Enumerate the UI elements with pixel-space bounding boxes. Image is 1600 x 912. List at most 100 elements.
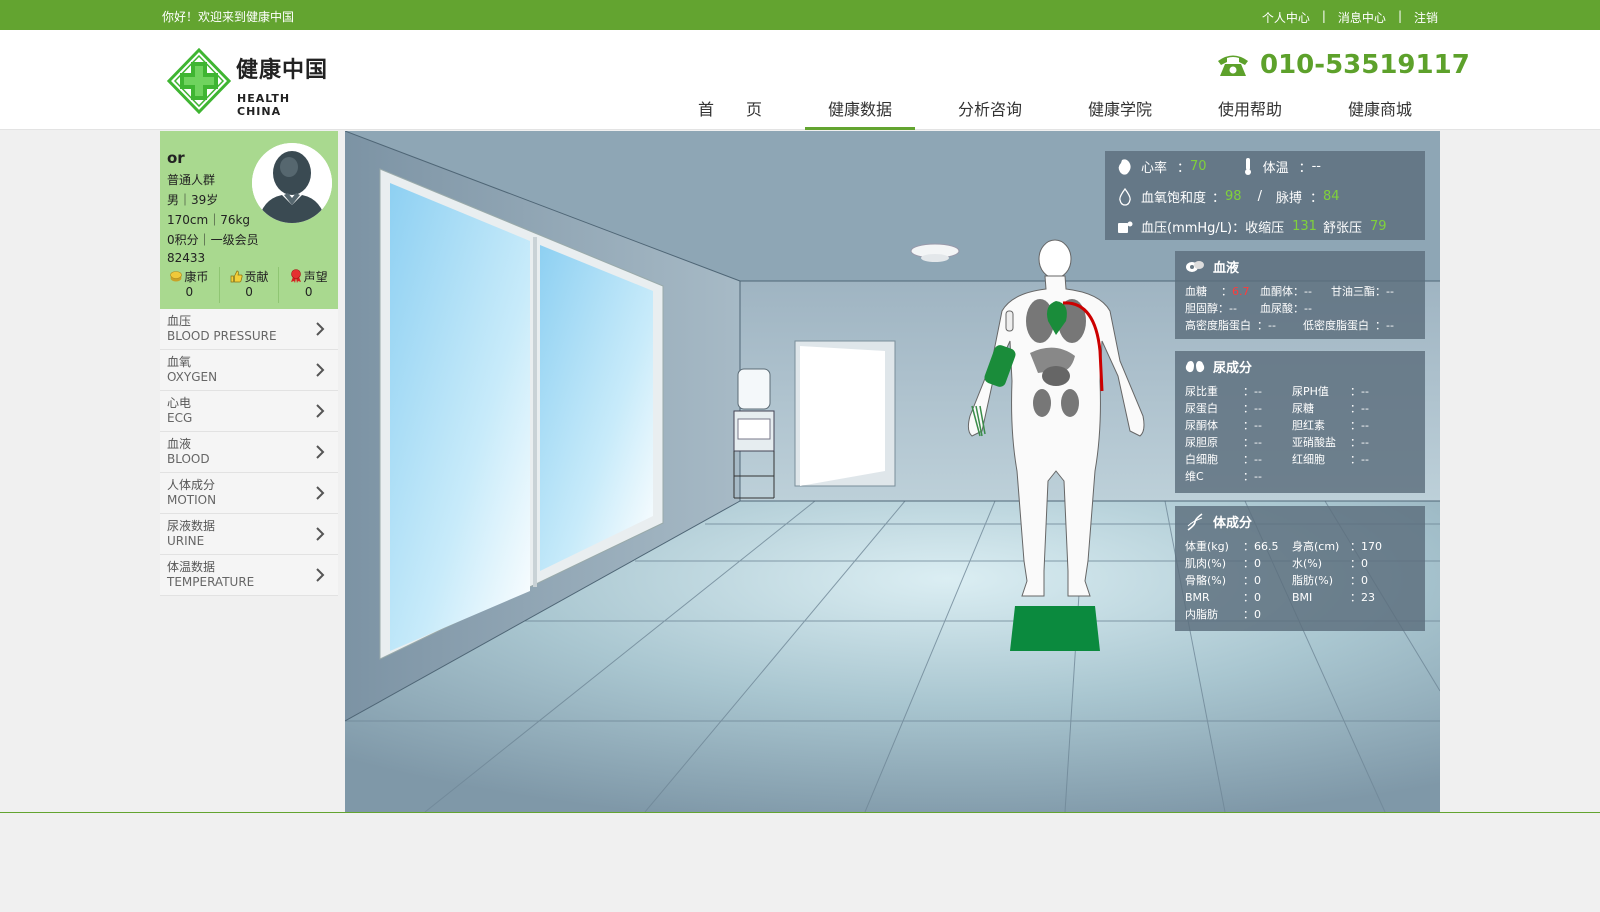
urine-item: 尿酮体 ：--	[1185, 419, 1262, 432]
body-title-text: 体成分	[1213, 516, 1253, 531]
message-center-link[interactable]: 消息中心	[1338, 9, 1386, 26]
phone-number: 010-53519117	[1260, 50, 1470, 80]
blood-item-hdl: 高密度脂蛋白 ：--	[1185, 319, 1276, 332]
value: --	[1361, 385, 1369, 398]
value: --	[1386, 285, 1394, 298]
menu-urine[interactable]: 尿液数据 URINE	[160, 514, 338, 555]
chevron-right-icon	[316, 568, 325, 582]
label: 甘油三酯	[1331, 285, 1375, 298]
menu-oxygen[interactable]: 血氧 OXYGEN	[160, 350, 338, 391]
vitals-row-bp: 血压(mmHg/L)：收缩压 131 舒张压 79	[1117, 217, 1427, 236]
nav-home[interactable]: 首 页	[665, 98, 795, 131]
label: 维C	[1185, 470, 1204, 483]
label: 尿PH值	[1292, 385, 1329, 398]
vitals-slash: /	[1257, 189, 1262, 204]
label: 脂肪(%)	[1292, 574, 1334, 587]
value: 66.5	[1254, 540, 1279, 553]
menu-label-en: URINE	[167, 534, 205, 548]
logout-link[interactable]: 注销	[1414, 9, 1438, 26]
stat-coins[interactable]: 康币 0	[160, 267, 220, 303]
menu-label-cn: 尿液数据	[167, 519, 216, 533]
separator: |	[1397, 9, 1402, 23]
value: --	[1254, 453, 1262, 466]
menu-label-en: MOTION	[167, 493, 217, 507]
menu-motion[interactable]: 人体成分 MOTION	[160, 473, 338, 514]
nav-help[interactable]: 使用帮助	[1185, 98, 1315, 131]
label: 肌肉(%)	[1185, 557, 1227, 570]
header: 健康中国 HEALTH CHINA 010-53519117 首 页 健康数据 …	[0, 30, 1600, 130]
blood-title-text: 血液	[1213, 261, 1240, 276]
thumbs-up-icon	[230, 270, 243, 282]
label: 白细胞	[1185, 453, 1218, 466]
body-item: BMR ：0	[1185, 591, 1261, 604]
nav-academy[interactable]: 健康学院	[1055, 98, 1185, 131]
personal-center-link[interactable]: 个人中心	[1262, 9, 1310, 26]
height-weight: 170cm｜76kg	[167, 213, 251, 227]
blood-item-uric-acid: 血尿酸：--	[1260, 302, 1312, 315]
urine-item: 胆红素 ：--	[1292, 419, 1369, 432]
logo[interactable]: 健康中国 HEALTH CHINA	[166, 47, 337, 118]
blood-title: 血液	[1185, 257, 1239, 276]
blood-item-glucose: 血糖 ：6.7	[1185, 285, 1250, 298]
menu-ecg[interactable]: 心电 ECG	[160, 391, 338, 432]
label: 高密度脂蛋白	[1185, 319, 1251, 332]
menu-label-cn: 血压	[167, 314, 192, 328]
username: or	[167, 149, 185, 167]
urine-title-text: 尿成分	[1213, 361, 1253, 376]
value: 0	[1361, 574, 1368, 587]
temperature-value: --	[1311, 159, 1321, 174]
value: 0	[1361, 557, 1368, 570]
label: 尿比重	[1185, 385, 1218, 398]
spo2-label: 血氧饱和度	[1141, 191, 1207, 206]
heart-rate-value: 70	[1190, 159, 1207, 174]
nav-health-data[interactable]: 健康数据	[795, 98, 925, 131]
body-item: 肌肉(%) ：0	[1185, 557, 1261, 570]
pulse-label: 脉搏	[1275, 191, 1302, 206]
chevron-right-icon	[316, 363, 325, 377]
profile-card: or 普通人群 男｜39岁 170cm｜76kg 0积分｜一级会员 82433 …	[160, 131, 338, 309]
label: 尿糖	[1292, 402, 1314, 415]
blood-item-cholesterol: 胆固醇：--	[1185, 302, 1237, 315]
urine-panel: 尿成分 尿比重 ：-- 尿PH值 ：-- 尿蛋白 ：-- 尿糖 ：-- 尿酮体 ：-- 胆…	[1175, 351, 1425, 493]
label: 内脂肪	[1185, 608, 1218, 621]
value: 6.7	[1232, 285, 1250, 298]
urine-item: 尿糖 ：--	[1292, 402, 1369, 415]
nav-analysis[interactable]: 分析咨询	[925, 98, 1055, 131]
label: 血糖	[1185, 285, 1207, 298]
urine-item: 尿比重 ：--	[1185, 385, 1262, 398]
logo-title: 健康中国	[236, 58, 329, 83]
menu-label-cn: 体温数据	[167, 560, 216, 574]
menu-label-en: BLOOD PRESSURE	[167, 329, 277, 343]
value: --	[1361, 402, 1369, 415]
kidneys-icon	[1185, 360, 1205, 372]
value: --	[1254, 385, 1262, 398]
menu-blood-pressure[interactable]: 血压 BLOOD PRESSURE	[160, 309, 338, 350]
label: 胆红素	[1292, 419, 1325, 432]
label: 骨骼(%)	[1185, 574, 1227, 587]
diastolic-label: 舒张压	[1322, 221, 1362, 236]
menu-temperature[interactable]: 体温数据 TEMPERATURE	[160, 555, 338, 596]
user-group: 普通人群	[167, 173, 216, 187]
urine-item: 尿PH值 ：--	[1292, 385, 1369, 398]
urine-item: 尿胆原 ：--	[1185, 436, 1262, 449]
thermometer-icon	[1244, 157, 1251, 175]
stat-reputation[interactable]: 声望 0	[279, 267, 338, 303]
stat-contribution[interactable]: 贡献 0	[220, 267, 280, 303]
label: 血酮体	[1260, 285, 1293, 298]
value: 0	[1254, 608, 1261, 621]
urine-item: 白细胞 ：--	[1185, 453, 1262, 466]
menu-label-cn: 人体成分	[167, 478, 216, 492]
user-id: 82433	[167, 251, 206, 265]
label: 尿胆原	[1185, 436, 1218, 449]
cross-logo-icon	[166, 47, 232, 115]
urine-item: 尿蛋白 ：--	[1185, 402, 1262, 415]
value: 170	[1361, 540, 1382, 553]
nav-store[interactable]: 健康商城	[1315, 98, 1445, 131]
urine-item: 维C ：--	[1185, 470, 1262, 483]
stat-coins-value: 0	[185, 285, 194, 299]
label: 体重(kg)	[1185, 540, 1229, 553]
blood-panel: 血液 血糖 ：6.7 血酮体：-- 甘油三酯：-- 胆固醇：-- 血尿酸：-- 高…	[1175, 251, 1425, 339]
menu-blood[interactable]: 血液 BLOOD	[160, 432, 338, 473]
avatar[interactable]	[252, 143, 332, 223]
user-avatar-icon	[252, 143, 332, 223]
